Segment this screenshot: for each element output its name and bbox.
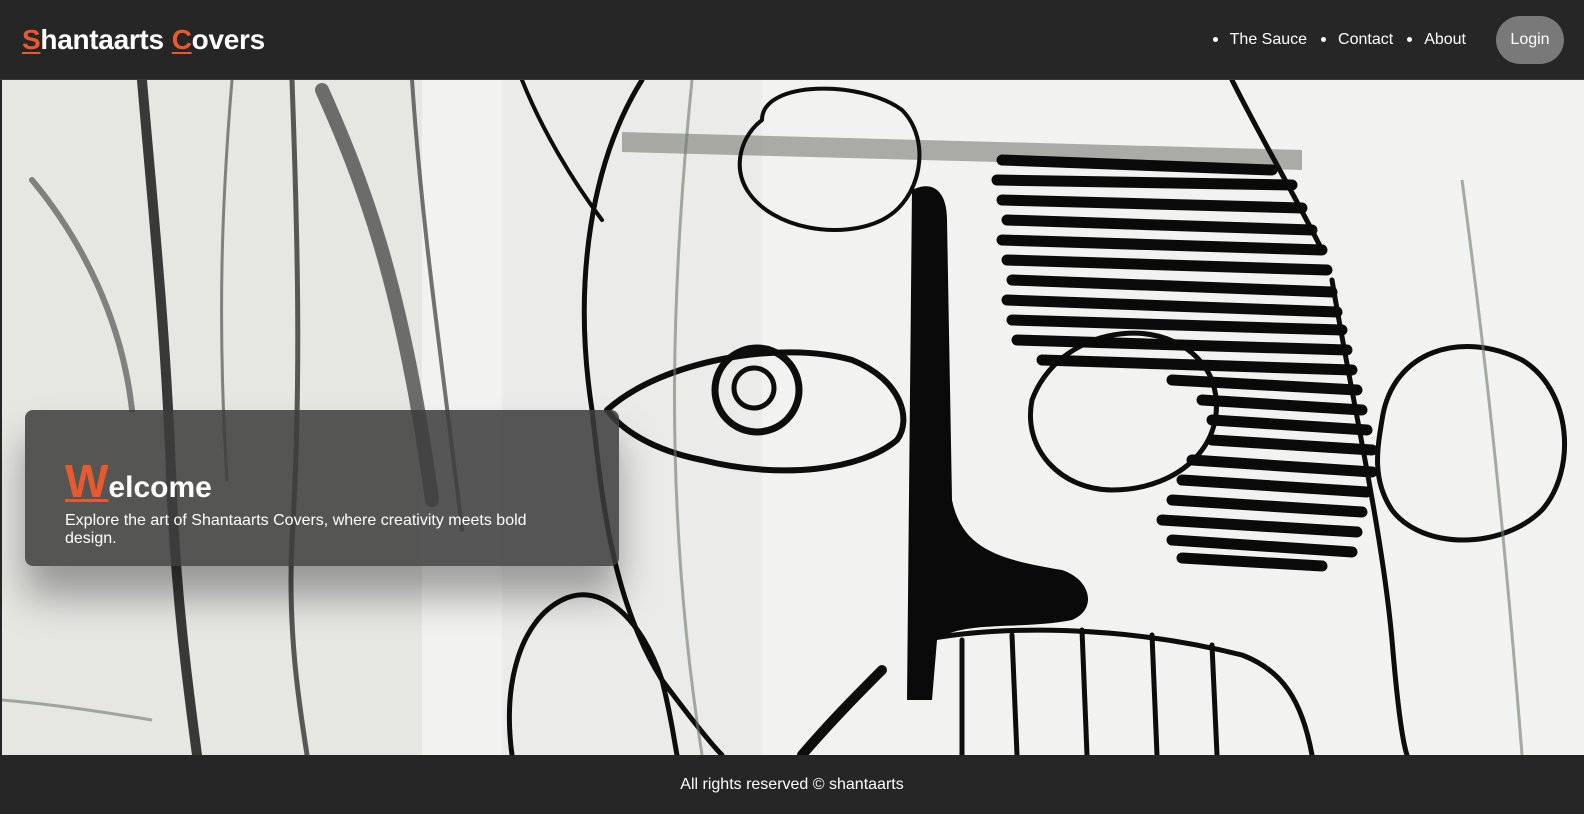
logo-word-shantaarts: hantaarts — [40, 23, 164, 55]
main-nav: The Sauce Contact About Login — [1199, 15, 1564, 64]
site-logo[interactable]: S hantaarts C overs — [22, 24, 265, 56]
hero-banner: W elcome Explore the art of Shantaarts C… — [2, 80, 1584, 755]
nav-item-about[interactable]: About — [1407, 31, 1466, 49]
welcome-rest: elcome — [108, 471, 212, 504]
welcome-heading: W elcome — [65, 454, 579, 508]
site-footer: All rights reserved © shantaarts — [0, 755, 1584, 814]
welcome-card: W elcome Explore the art of Shantaarts C… — [25, 410, 619, 566]
footer-copyright: All rights reserved © shantaarts — [680, 775, 904, 793]
logo-initial-c: C — [171, 23, 192, 55]
welcome-initial: W — [65, 455, 109, 507]
nav-label: The Sauce — [1229, 30, 1308, 48]
nav-label: About — [1424, 30, 1466, 48]
bullet-icon — [1321, 37, 1327, 42]
bullet-icon — [1407, 37, 1413, 42]
welcome-subtitle: Explore the art of Shantaarts Covers, wh… — [65, 512, 527, 547]
logo-initial-s: S — [22, 23, 41, 55]
login-button[interactable]: Login — [1496, 15, 1564, 64]
site-header: S hantaarts C overs The Sauce Contact Ab… — [0, 0, 1584, 80]
nav-item-contact[interactable]: Contact — [1321, 31, 1393, 49]
logo-word-covers: overs — [191, 23, 266, 55]
nav-item-the-sauce[interactable]: The Sauce — [1212, 30, 1308, 49]
nav-label: Contact — [1338, 30, 1394, 48]
bullet-icon — [1212, 37, 1218, 42]
